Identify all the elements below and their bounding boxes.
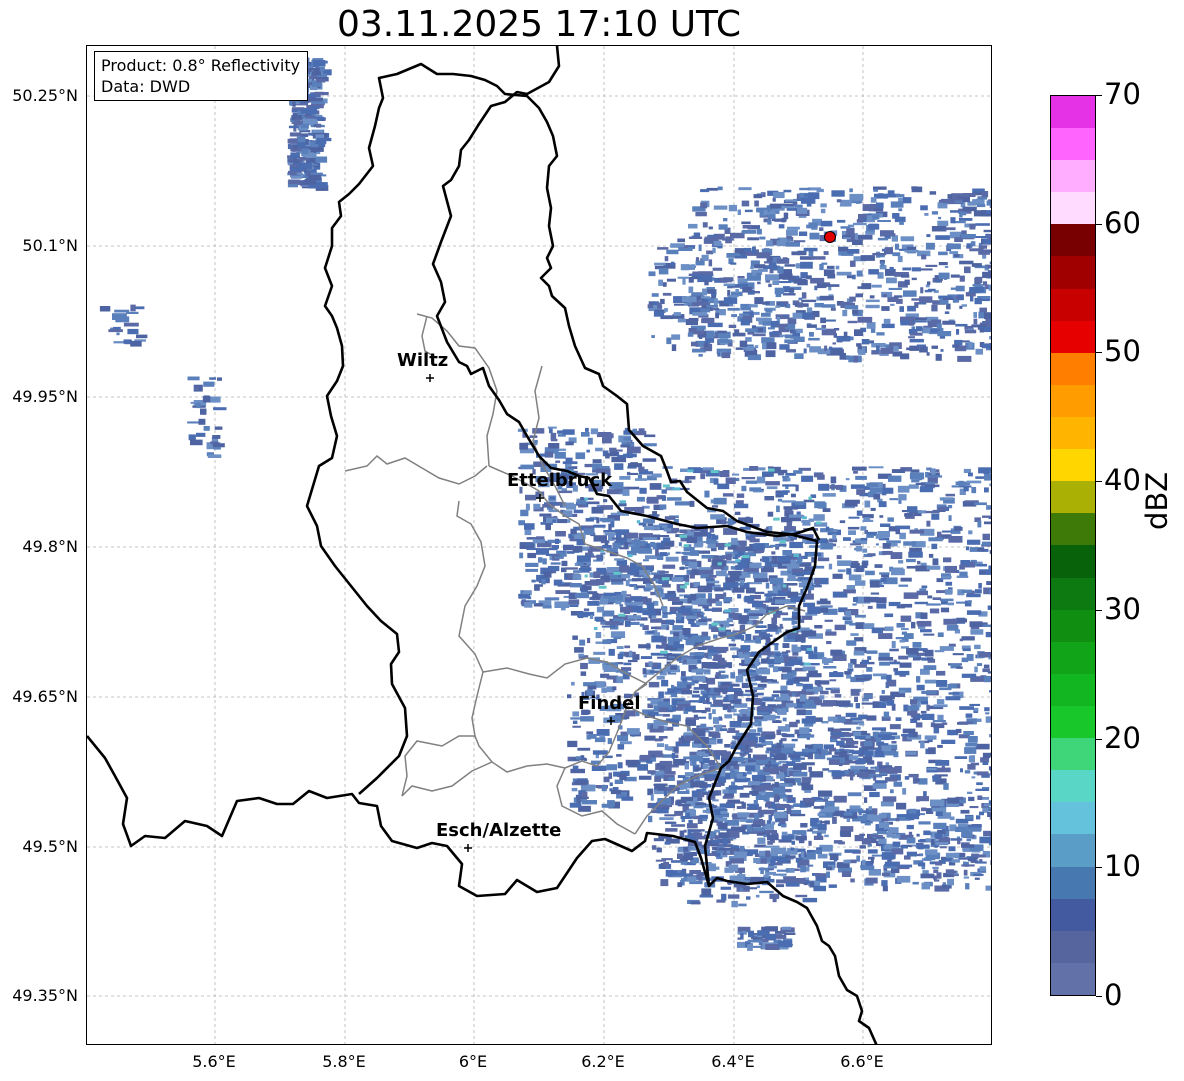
colorbar-tick-mark	[1096, 481, 1102, 483]
radar-map[interactable]	[86, 45, 992, 1045]
colorbar-segment	[1051, 673, 1095, 707]
lat-tick-label: 49.95°N	[12, 387, 78, 406]
colorbar-tick-mark	[1096, 867, 1102, 869]
colorbar-tick-label: 20	[1104, 720, 1141, 755]
colorbar-tick-mark	[1096, 352, 1102, 354]
colorbar-segment	[1051, 706, 1095, 739]
colorbar-tick-label: 60	[1104, 205, 1141, 240]
colorbar-tick-label: 50	[1104, 334, 1141, 369]
colorbar-segment	[1051, 930, 1095, 963]
map-title: 03.11.2025 17:10 UTC	[336, 4, 742, 45]
colorbar-tick-mark	[1096, 996, 1102, 997]
colorbar-segment	[1051, 545, 1095, 578]
colorbar-segment	[1051, 384, 1095, 418]
lat-tick-label: 49.35°N	[12, 986, 78, 1005]
colorbar-tick-mark	[1096, 95, 1102, 96]
colorbar-tick-label: 0	[1104, 978, 1123, 1012]
colorbar-segment	[1051, 738, 1095, 771]
colorbar-segment	[1051, 481, 1095, 514]
lon-tick-label: 5.6°E	[192, 1052, 236, 1071]
lon-tick-label: 6.6°E	[840, 1052, 884, 1071]
colorbar-tick-label: 70	[1104, 77, 1141, 111]
colorbar-segment	[1051, 224, 1095, 257]
colorbar-segment	[1051, 352, 1095, 385]
colorbar-segment	[1051, 513, 1095, 546]
data-source-label: Data: DWD	[101, 77, 191, 96]
city-label-wiltz: Wiltz	[397, 350, 449, 371]
colorbar-segment	[1051, 256, 1095, 289]
colorbar-segment	[1051, 192, 1095, 225]
colorbar-segment	[1051, 834, 1095, 867]
city-label-esch-alzette: Esch/Alzette	[436, 820, 562, 841]
colorbar-segment	[1051, 160, 1095, 193]
product-info-box: Product: 0.8° Reflectivity Data: DWD	[94, 51, 308, 101]
colorbar-segment	[1051, 770, 1095, 803]
lat-tick-label: 49.8°N	[22, 537, 78, 556]
colorbar-segment	[1051, 128, 1095, 161]
colorbar-tick-label: 30	[1104, 591, 1141, 626]
colorbar-segment	[1051, 417, 1095, 450]
lat-tick-label: 50.25°N	[12, 86, 78, 105]
city-label-findel: Findel	[578, 693, 641, 714]
lon-tick-label: 5.8°E	[322, 1052, 366, 1071]
colorbar-segment	[1051, 866, 1095, 899]
colorbar-segment	[1051, 898, 1095, 931]
lon-tick-label: 6.2°E	[581, 1052, 625, 1071]
colorbar-segment	[1051, 95, 1095, 129]
colorbar-label: dBZ	[1140, 471, 1174, 530]
colorbar-segment	[1051, 577, 1095, 610]
colorbar-segment	[1051, 802, 1095, 835]
colorbar-tick-mark	[1096, 223, 1102, 225]
colorbar-segment	[1051, 288, 1095, 321]
colorbar-segment	[1051, 320, 1095, 353]
colorbar-tick-mark	[1096, 609, 1102, 611]
colorbar-segment	[1051, 609, 1095, 642]
colorbar-segment	[1051, 641, 1095, 674]
radar-station-marker	[824, 231, 836, 243]
map-canvas	[87, 46, 991, 1044]
lat-tick-label: 50.1°N	[22, 236, 78, 255]
lat-tick-label: 49.65°N	[12, 687, 78, 706]
colorbar-tick-label: 40	[1104, 463, 1141, 498]
city-label-ettelbruck: Ettelbruck	[507, 470, 613, 491]
lon-tick-label: 6.4°E	[711, 1052, 755, 1071]
colorbar-tick-mark	[1096, 738, 1102, 740]
radar-echoes	[99, 56, 991, 951]
product-label: Product: 0.8° Reflectivity	[101, 56, 301, 75]
dbz-colorbar	[1050, 95, 1096, 996]
colorbar-tick-label: 10	[1104, 849, 1141, 884]
lon-tick-label: 6°E	[458, 1052, 488, 1071]
lat-tick-label: 49.5°N	[22, 837, 78, 856]
colorbar-segment	[1051, 962, 1095, 995]
colorbar-segment	[1051, 449, 1095, 482]
